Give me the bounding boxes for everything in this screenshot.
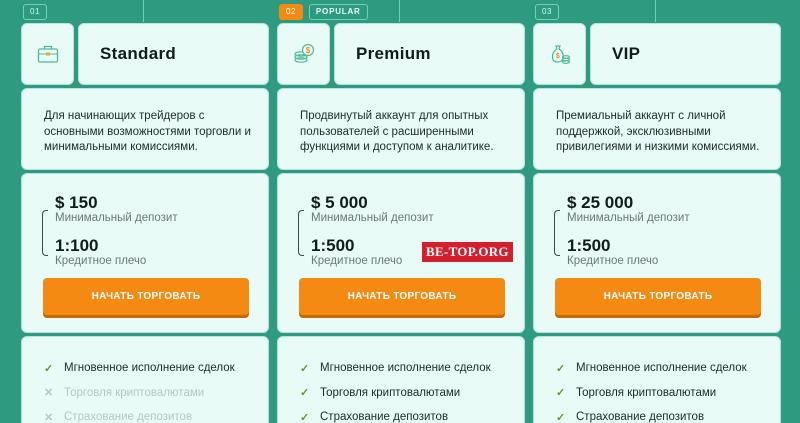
min-deposit-label: Минимальный депозит [311, 212, 434, 224]
leverage-value: 1:100 [55, 236, 99, 255]
plan-card-premium: 02 POPULAR $ Premium Продвинутый аккаунт… [277, 0, 525, 423]
plan-description: Премиальный аккаунт с личной поддержкой,… [556, 110, 760, 153]
min-deposit-label: Минимальный депозит [55, 212, 178, 224]
check-icon: ✓ [300, 362, 310, 375]
feature-text: Страхование депозитов [64, 411, 193, 423]
plan-number-tag: 01 [23, 4, 47, 20]
feature-item: ✕ Торговля криптовалютами [44, 381, 268, 406]
feature-text: Торговля криптовалютами [64, 386, 205, 399]
start-trading-button[interactable]: НАЧАТЬ ТОРГОВАТЬ [43, 278, 249, 315]
plan-description-box: Для начинающих трейдеров с основными воз… [21, 88, 269, 170]
feature-item: ✓ Страхование депозитов [556, 405, 780, 423]
start-trading-button[interactable]: НАЧАТЬ ТОРГОВАТЬ [555, 278, 761, 315]
min-deposit-label: Минимальный депозит [567, 212, 690, 224]
min-deposit-value: $ 5 000 [311, 193, 368, 212]
check-icon: ✓ [44, 362, 54, 375]
divider [655, 0, 656, 22]
plan-title: Premium [356, 44, 431, 63]
feature-item: ✕ Страхование депозитов [44, 405, 268, 423]
plan-features-box: ✓ Мгновенное исполнение сделок ✕ Торговл… [21, 336, 269, 423]
divider [143, 0, 144, 22]
cross-icon: ✕ [44, 411, 54, 423]
plan-description: Продвинутый аккаунт для опытных пользова… [300, 110, 494, 153]
feature-text: Мгновенное исполнение сделок [64, 362, 235, 375]
plan-pricing-box: $ 150 Минимальный депозит 1:100 Кредитно… [21, 173, 269, 333]
feature-item: ✓ Мгновенное исполнение сделок [556, 356, 780, 381]
check-icon: ✓ [300, 411, 310, 423]
check-icon: ✓ [556, 387, 566, 400]
check-icon: ✓ [300, 387, 310, 400]
leverage-label: Кредитное плечо [311, 255, 403, 267]
bracket-decoration [298, 210, 304, 256]
feature-text: Страхование депозитов [320, 411, 449, 423]
feature-item: ✓ Торговля криптовалютами [300, 381, 524, 406]
plan-card-standard: 01 Standard Для начинающих трейдеров с о… [21, 0, 269, 423]
plan-title-box: Standard [78, 23, 269, 85]
feature-item: ✓ Мгновенное исполнение сделок [44, 356, 268, 381]
coins-stack-icon: $ [277, 23, 330, 85]
watermark-logo: BE-TOP.ORG [422, 242, 513, 262]
check-icon: ✓ [556, 362, 566, 375]
start-trading-button[interactable]: НАЧАТЬ ТОРГОВАТЬ [299, 278, 505, 315]
svg-text:$: $ [305, 46, 310, 55]
bracket-decoration [42, 210, 48, 256]
leverage-label: Кредитное плечо [567, 255, 659, 267]
plan-number-tag: 03 [535, 4, 559, 20]
min-deposit-value: $ 150 [55, 193, 98, 212]
bracket-decoration [554, 210, 560, 256]
feature-item: ✓ Мгновенное исполнение сделок [300, 356, 524, 381]
plan-title-box: Premium [334, 23, 525, 85]
plan-title: VIP [612, 44, 641, 63]
feature-item: ✓ Страхование депозитов [300, 405, 524, 423]
popular-badge: POPULAR [308, 4, 368, 20]
plan-title-box: VIP [590, 23, 781, 85]
plan-tag-row: 02 POPULAR [279, 4, 368, 20]
leverage-value: 1:500 [567, 236, 611, 255]
leverage-value: 1:500 [311, 236, 355, 255]
min-deposit-value: $ 25 000 [567, 193, 634, 212]
money-bag-icon: $ [533, 23, 586, 85]
plan-features-box: ✓ Мгновенное исполнение сделок ✓ Торговл… [533, 336, 781, 423]
feature-text: Торговля криптовалютами [576, 386, 717, 399]
plan-number-tag: 02 [279, 4, 303, 20]
plan-description-box: Премиальный аккаунт с личной поддержкой,… [533, 88, 781, 170]
feature-text: Мгновенное исполнение сделок [320, 362, 491, 375]
plan-title: Standard [100, 44, 177, 63]
plan-card-vip: 03 $ VIP Премиальный аккаунт с личной по… [533, 0, 781, 423]
plan-pricing-box: $ 25 000 Минимальный депозит 1:500 Креди… [533, 173, 781, 333]
plan-tag-row: 01 [23, 4, 47, 20]
plan-description: Для начинающих трейдеров с основными воз… [44, 110, 251, 153]
feature-text: Страхование депозитов [576, 411, 705, 423]
feature-text: Торговля криптовалютами [320, 386, 461, 399]
plan-tag-row: 03 [535, 4, 559, 20]
briefcase-icon [21, 23, 74, 85]
plan-features-box: ✓ Мгновенное исполнение сделок ✓ Торговл… [277, 336, 525, 423]
divider [399, 0, 400, 22]
check-icon: ✓ [556, 411, 566, 423]
cross-icon: ✕ [44, 387, 54, 400]
svg-text:$: $ [555, 53, 559, 60]
feature-item: ✓ Торговля криптовалютами [556, 381, 780, 406]
feature-text: Мгновенное исполнение сделок [576, 362, 747, 375]
plan-description-box: Продвинутый аккаунт для опытных пользова… [277, 88, 525, 170]
leverage-label: Кредитное плечо [55, 255, 147, 267]
